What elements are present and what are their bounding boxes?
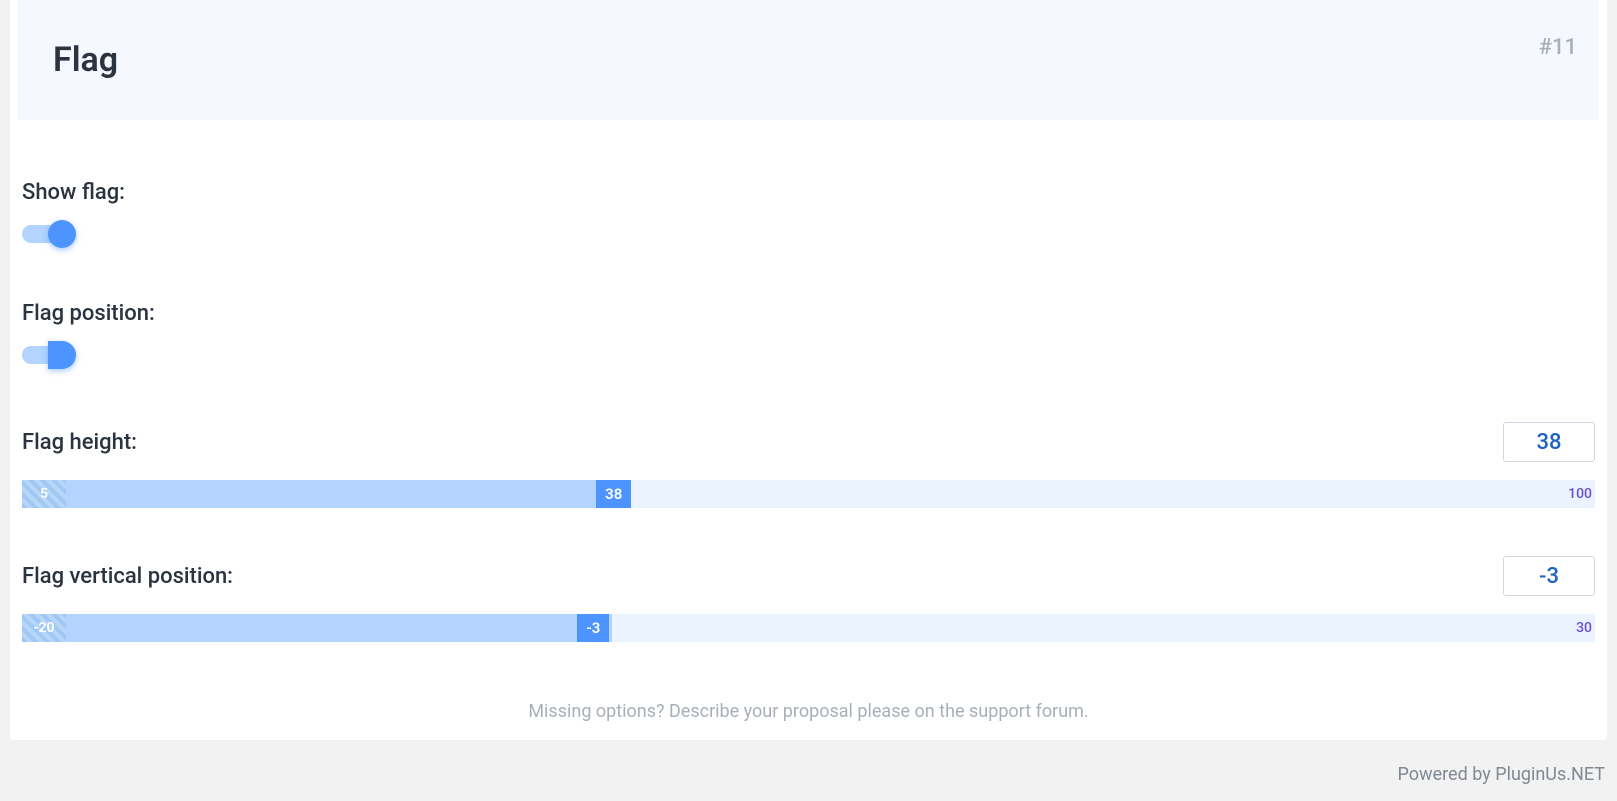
slider-fill [22,480,612,508]
toggle-knob [48,341,76,369]
slider-min-label: 5 [22,480,66,508]
flag-position-label: Flag position: [22,301,1595,326]
slider-max-label: 30 [1576,614,1592,642]
slider-max-label: 100 [1568,480,1592,508]
flag-position-toggle[interactable] [22,346,66,364]
flag-position-field: Flag position: [22,301,1595,364]
slider-header: Flag height: [22,422,1595,462]
slider-fill [22,614,612,642]
show-flag-field: Show flag: [22,180,1595,243]
flag-height-input[interactable] [1503,422,1595,462]
slider-track [22,614,1595,642]
slider-handle[interactable]: 38 [596,480,631,508]
panel-footer-message: Missing options? Describe your proposal … [10,701,1607,722]
slider-handle[interactable]: -3 [577,614,609,642]
slider-track [22,480,1595,508]
flag-vertical-position-input[interactable] [1503,556,1595,596]
panel-header: Flag #11 [18,0,1599,120]
footer-credit[interactable]: Powered by PluginUs.NET [1398,764,1605,785]
panel-id-badge: #11 [1539,35,1577,60]
toggle-knob [48,220,76,248]
slider-header: Flag vertical position: [22,556,1595,596]
settings-panel: Flag #11 Show flag: Flag position: Flag … [10,0,1607,740]
flag-height-slider[interactable]: 5 38 100 [22,480,1595,508]
flag-height-label: Flag height: [22,430,137,455]
flag-vertical-position-field: Flag vertical position: -20 -3 30 [22,556,1595,642]
slider-min-label: -20 [22,614,66,642]
show-flag-label: Show flag: [22,180,1595,205]
panel-title: Flag [53,40,1564,80]
flag-height-field: Flag height: 5 38 100 [22,422,1595,508]
panel-body: Show flag: Flag position: Flag height: 5… [10,120,1607,710]
flag-vertical-position-label: Flag vertical position: [22,564,233,589]
flag-vertical-position-slider[interactable]: -20 -3 30 [22,614,1595,642]
show-flag-toggle[interactable] [22,225,66,243]
